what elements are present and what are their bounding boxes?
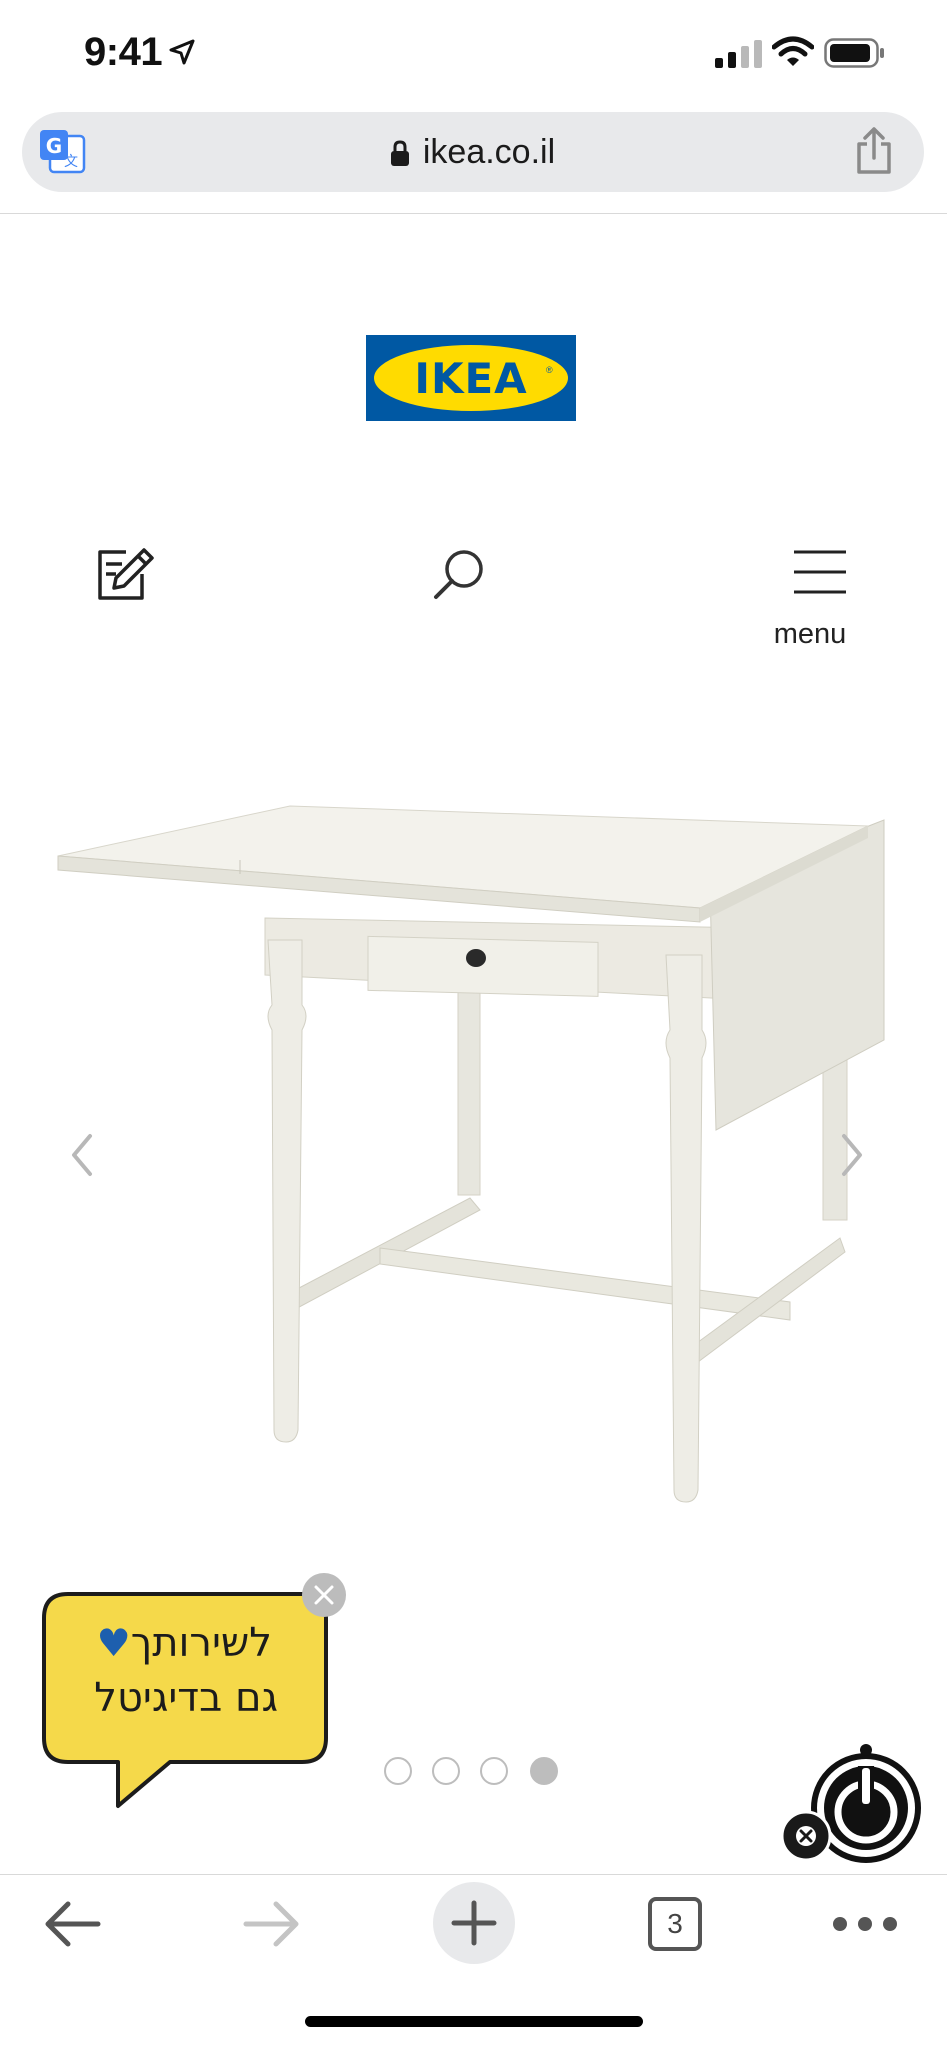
gallery-dot-4[interactable] — [530, 1757, 558, 1785]
url-text: ikea.co.il — [422, 132, 556, 171]
plus-icon — [451, 1900, 497, 1946]
promo-line-2: גם בדיגיטל — [94, 1675, 278, 1721]
close-icon — [314, 1585, 334, 1605]
share-icon[interactable] — [854, 126, 894, 176]
home-indicator[interactable] — [305, 2016, 643, 2027]
lock-icon — [390, 140, 409, 166]
location-arrow-icon — [169, 39, 195, 65]
back-arrow-icon[interactable] — [40, 1892, 104, 1956]
cellular-signal-icon — [715, 40, 762, 68]
more-icon[interactable] — [830, 1892, 900, 1956]
address-bar[interactable]: G 文 ikea.co.il — [22, 112, 924, 192]
chevron-left-icon[interactable] — [66, 1130, 98, 1180]
wifi-icon — [772, 36, 814, 66]
gallery-pagination — [384, 1757, 564, 1785]
menu-label[interactable]: menu — [760, 618, 860, 651]
forward-arrow-icon[interactable] — [240, 1892, 304, 1956]
promo-close-button[interactable] — [302, 1573, 346, 1617]
top-divider — [0, 213, 947, 214]
promo-line-1-text: לשירותך — [130, 1620, 272, 1666]
battery-icon — [824, 38, 884, 68]
registered-mark: ® — [546, 365, 553, 375]
hamburger-menu-icon[interactable] — [794, 550, 846, 594]
new-tab-button[interactable] — [433, 1882, 515, 1964]
search-icon[interactable] — [432, 547, 486, 601]
bottom-divider — [0, 1874, 947, 1875]
digital-service-promo[interactable]: לשירותך♥ גם בדיגיטל — [40, 1590, 330, 1810]
accessibility-widget[interactable] — [778, 1742, 926, 1874]
tabs-button[interactable]: 3 — [648, 1897, 702, 1951]
gallery-dot-2[interactable] — [432, 1757, 460, 1785]
gallery-dot-3[interactable] — [480, 1757, 508, 1785]
heart-icon: ♥ — [96, 1621, 131, 1665]
product-image[interactable] — [50, 790, 900, 1510]
shopping-list-icon[interactable] — [96, 544, 156, 602]
gallery-dot-1[interactable] — [384, 1757, 412, 1785]
chevron-right-icon[interactable] — [836, 1130, 868, 1180]
promo-line-1: לשירותך♥ — [93, 1620, 272, 1666]
status-time: 9:41 — [84, 30, 163, 74]
ikea-logo[interactable]: IKEA ® — [366, 335, 576, 421]
status-bar: 9:41 — [0, 0, 947, 100]
logo-text: IKEA — [414, 353, 528, 403]
tab-count: 3 — [667, 1908, 683, 1939]
url-display[interactable]: ikea.co.il — [22, 112, 924, 192]
